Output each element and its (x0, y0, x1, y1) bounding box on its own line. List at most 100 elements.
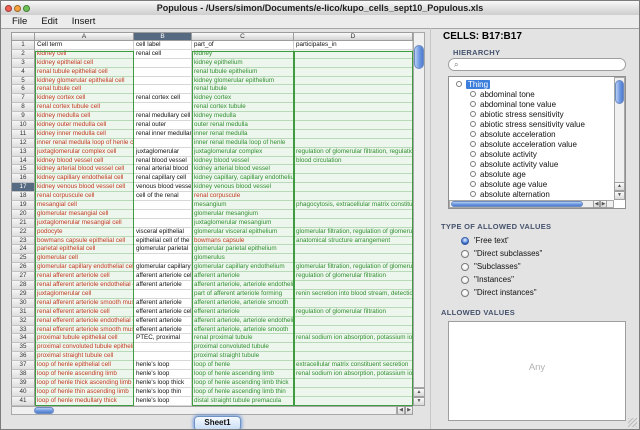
cell-label[interactable]: henle's loop (134, 397, 192, 406)
cell-label[interactable] (134, 210, 192, 219)
cell-label[interactable]: renal cell (134, 50, 192, 59)
allowed-values-option[interactable]: "Subclasses" (461, 260, 626, 273)
cell-term[interactable]: juxtaglomerular mesangial cell (35, 219, 134, 228)
hierarchy-item[interactable]: absolute alternation (452, 189, 613, 199)
cell-term[interactable]: renal afferent arteriole smooth muscle (35, 299, 134, 308)
row-header[interactable]: 19 (11, 201, 35, 210)
zoom-window-icon[interactable] (23, 5, 30, 12)
cell-label[interactable]: renal inner medullary (134, 130, 192, 139)
tree-radio-icon[interactable] (470, 131, 476, 137)
title-bar[interactable]: Populous - /Users/simon/Documents/e-lico… (1, 1, 639, 16)
hierarchy-item[interactable]: absolute acceleration (452, 129, 613, 139)
cell-term[interactable]: juxtaglomerular complex cell (35, 148, 134, 157)
table-vertical-scrollbar-thumb[interactable] (414, 45, 424, 69)
radio-button-icon[interactable] (461, 289, 469, 297)
cell-term[interactable]: loop of henle ascending limb (35, 370, 134, 379)
cell-term[interactable]: proximal convoluted tubule epithelial (35, 343, 134, 352)
cell-participates-in[interactable]: regulation of glomerular filtration (294, 308, 413, 317)
row-header[interactable]: 26 (11, 263, 35, 272)
cell-label[interactable] (134, 219, 192, 228)
cell-participates-in[interactable] (294, 317, 413, 326)
cell-participates-in[interactable]: regulation of glomerular filtration, reg… (294, 148, 413, 157)
radio-button-icon[interactable] (461, 250, 469, 258)
cell-participates-in[interactable] (294, 352, 413, 361)
cell-participates-in[interactable] (294, 281, 413, 290)
cell-label[interactable] (134, 201, 192, 210)
cell-label[interactable]: henle's loop thin (134, 388, 192, 397)
cell-participates-in[interactable] (294, 77, 413, 86)
cell-participates-in[interactable] (294, 192, 413, 201)
row-header[interactable]: 12 (11, 139, 35, 148)
cell-term[interactable]: kidney cell (35, 50, 134, 59)
cell-participates-in[interactable] (294, 85, 413, 94)
table-horizontal-scrollbar[interactable] (11, 406, 397, 415)
row-header[interactable]: 35 (11, 343, 35, 352)
cell-label[interactable] (134, 59, 192, 68)
row-header[interactable]: 10 (11, 121, 35, 130)
hierarchy-item[interactable]: abiotic stress sensitivity value (452, 119, 613, 129)
tree-radio-icon[interactable] (470, 181, 476, 187)
cell-participates-in[interactable] (294, 254, 413, 263)
row-header[interactable]: 13 (11, 148, 35, 157)
row-header[interactable]: 20 (11, 210, 35, 219)
cell-participates-in[interactable] (294, 388, 413, 397)
cell-participates-in[interactable] (294, 210, 413, 219)
cell-part-of[interactable]: inner renal medulla loop of henle (192, 139, 294, 148)
cell-term[interactable]: loop of henle medullary thick (35, 397, 134, 406)
cell-term[interactable]: mesangial cell (35, 201, 134, 210)
radio-button-icon[interactable] (461, 276, 469, 284)
cell-part-of[interactable]: glomerular parietal epithelium (192, 245, 294, 254)
cell-label[interactable]: epithelial cell of the (134, 237, 192, 246)
cell-term[interactable]: renal afferent arteriole endothelial cel… (35, 281, 134, 290)
row-header[interactable]: 8 (11, 103, 35, 112)
row-header[interactable]: 4 (11, 68, 35, 77)
row-header[interactable]: 11 (11, 130, 35, 139)
cell-participates-in[interactable] (294, 94, 413, 103)
cell-part-of[interactable]: glomerular visceral epithelium (192, 228, 294, 237)
cell-participates-in[interactable]: renal sodium ion absorption, potassium i… (294, 370, 413, 379)
cell-label[interactable]: glomerular capillary (134, 263, 192, 272)
row-header[interactable]: 22 (11, 228, 35, 237)
cell-term[interactable]: renal tubule epithelial cell (35, 68, 134, 77)
row-header[interactable]: 1 (11, 41, 35, 50)
cell-label[interactable]: PTEC, proximal (134, 334, 192, 343)
tree-radio-icon[interactable] (470, 141, 476, 147)
cell-part-of[interactable]: kidney arterial blood vessel (192, 165, 294, 174)
menu-file[interactable]: File (5, 15, 34, 28)
row-header[interactable]: 2 (11, 50, 35, 59)
row-header[interactable]: 30 (11, 299, 35, 308)
hierarchy-vertical-scrollbar-thumb[interactable] (615, 80, 624, 104)
cell-part-of[interactable]: renal tubule epithelium (192, 68, 294, 77)
cell-term[interactable]: kidney outer medulla cell (35, 121, 134, 130)
row-header[interactable]: 41 (11, 397, 35, 406)
row-header[interactable]: 15 (11, 165, 35, 174)
cell-term[interactable]: loop of henle epithelial cell (35, 361, 134, 370)
cell-participates-in[interactable]: phagocytosis, extracellular matrix const… (294, 201, 413, 210)
cell-part-of[interactable]: kidney (192, 50, 294, 59)
row-header[interactable]: 17 (11, 183, 35, 192)
cell-part-of[interactable]: afferent arteriole (192, 272, 294, 281)
table-scroll-down-icon[interactable]: ▼ (413, 397, 425, 406)
cell-label[interactable]: efferent arteriole cell (134, 308, 192, 317)
cell-participates-in[interactable] (294, 343, 413, 352)
cell-participates-in[interactable]: regulation of glomerular filtration (294, 272, 413, 281)
tree-radio-icon[interactable] (470, 151, 476, 157)
menu-edit[interactable]: Edit (34, 15, 64, 28)
cell-part-of[interactable]: bowmans capsule (192, 237, 294, 246)
tree-radio-icon[interactable] (470, 171, 476, 177)
cell-term[interactable]: glomerular cell (35, 254, 134, 263)
cell-participates-in[interactable]: glomerular filtration, regulation of glo… (294, 263, 413, 272)
cell-part-of[interactable]: afferent arteriole, arteriole endotheliu… (192, 317, 294, 326)
row-header[interactable]: 24 (11, 245, 35, 254)
cell-label[interactable]: henle's loop (134, 361, 192, 370)
cell-participates-in[interactable]: extracellular matrix constituent secreti… (294, 361, 413, 370)
cell-term[interactable]: kidney blood vessel cell (35, 157, 134, 166)
allowed-values-option[interactable]: "Direct subclasses" (461, 247, 626, 260)
cell-part-of[interactable]: kidney cortex (192, 94, 294, 103)
cell-part-of[interactable]: glomerulus (192, 254, 294, 263)
row-header[interactable]: 31 (11, 308, 35, 317)
hierarchy-horizontal-scrollbar-thumb[interactable] (451, 201, 583, 207)
row-header[interactable]: 23 (11, 237, 35, 246)
cell-term[interactable]: glomerular mesangial cell (35, 210, 134, 219)
hierarchy-item[interactable]: absolute age value (452, 179, 613, 189)
